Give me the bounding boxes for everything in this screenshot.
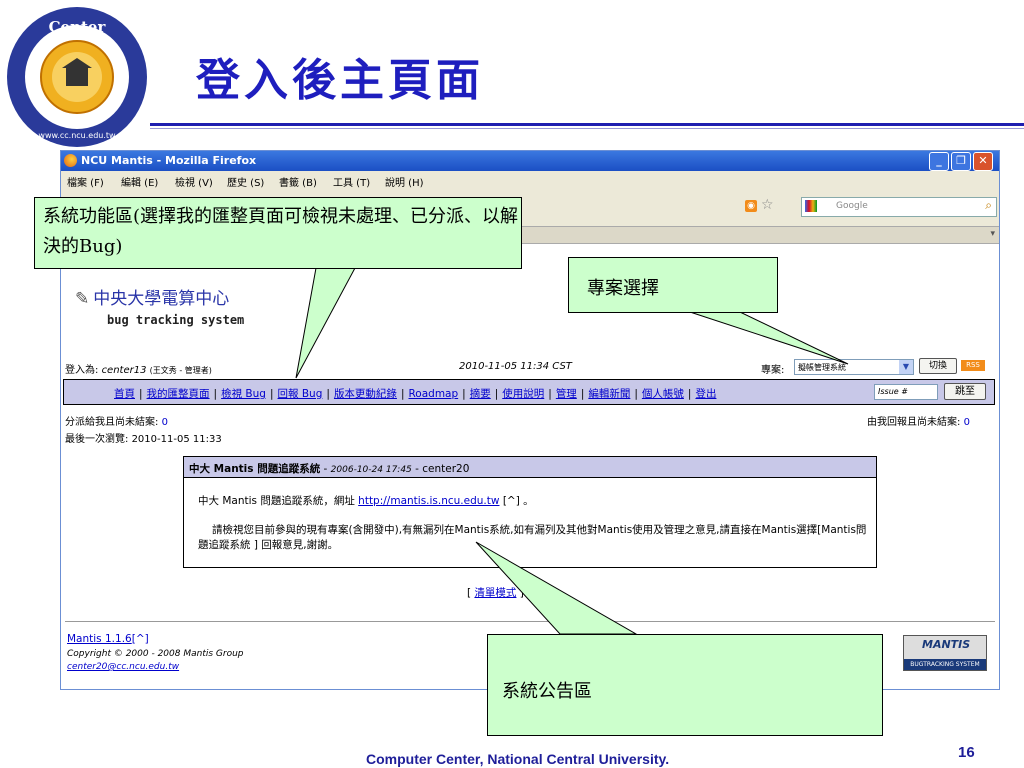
nav-report-bug[interactable]: 回報 Bug — [278, 388, 323, 400]
jump-button[interactable]: 跳至 — [944, 383, 986, 400]
search-icon[interactable]: ⌕ — [985, 198, 992, 213]
site-logo: ✎ 中央大學電算中心 — [75, 289, 230, 309]
nav-roadmap[interactable]: Roadmap — [408, 388, 458, 400]
search-input[interactable]: Google ⌕ — [801, 197, 997, 217]
mantis-version: Mantis 1.1.6[^] — [67, 633, 149, 645]
site-subtitle: bug tracking system — [107, 313, 245, 327]
menu-bar: 檔案 (F) 編輯 (E) 檢視 (V) 歷史 (S) 書籤 (B) 工具 (T… — [61, 171, 999, 189]
contact-email[interactable]: center20@cc.ncu.edu.tw — [67, 662, 179, 672]
nav-edit-news[interactable]: 編輯新聞 — [588, 388, 630, 400]
nav-my-account[interactable]: 個人帳號 — [642, 388, 684, 400]
callout-function-area: 系統功能區(選擇我的匯整頁面可檢視未處理、已分派、以解決的Bug) — [34, 197, 522, 269]
firefox-icon — [64, 154, 77, 167]
news-header: 中大 Mantis 問題追蹤系統 - 2006-10-24 17:45 - ce… — [184, 457, 876, 478]
nav-summary[interactable]: 摘要 — [470, 388, 491, 400]
news-body: 請檢視您目前參與的現有專案(含開發中),有無漏列在Mantis系統,如有漏列及其… — [198, 524, 867, 551]
assigned-count: 分派給我且尚未結案: 0 — [65, 417, 168, 428]
news-author: center20 — [422, 463, 470, 475]
menu-help[interactable]: 說明 (H) — [385, 174, 424, 189]
tab-list-icon[interactable]: ▾ — [990, 229, 995, 239]
nav-home[interactable]: 首頁 — [114, 388, 135, 400]
svg-text:Center: Center — [49, 18, 107, 36]
switch-project-button[interactable]: 切換 — [919, 358, 957, 374]
page-number: 16 — [958, 744, 975, 761]
computer-center-logo: Center www.cc.ncu.edu.tw — [7, 7, 147, 147]
news-title: 中大 Mantis 問題追蹤系統 — [189, 463, 321, 475]
nav-manage[interactable]: 管理 — [556, 388, 577, 400]
menu-tools[interactable]: 工具 (T) — [333, 174, 370, 189]
menu-bookmarks[interactable]: 書籤 (B) — [279, 174, 317, 189]
chevron-down-icon[interactable]: ▼ — [899, 360, 913, 374]
footer-divider — [65, 621, 995, 622]
title-divider — [150, 123, 1024, 126]
paperclip-icon: ✎ — [75, 289, 90, 309]
news-line-1: 中大 Mantis 問題追蹤系統，網址 http://mantis.is.ncu… — [198, 495, 534, 507]
rss-badge[interactable]: RSS — [961, 360, 985, 371]
list-mode: [ 清單模式 ] — [467, 587, 524, 599]
close-button[interactable]: ✕ — [973, 152, 993, 171]
window-title: NCU Mantis - Mozilla Firefox — [81, 154, 257, 167]
copyright: Copyright © 2000 - 2008 Mantis Group — [67, 649, 244, 659]
nav-view-bugs[interactable]: 檢視 Bug — [221, 388, 266, 400]
window-titlebar: NCU Mantis - Mozilla Firefox _ ❐ ✕ — [61, 151, 999, 171]
nav-my-view[interactable]: 我的匯整頁面 — [147, 388, 210, 400]
last-visit: 最後一次瀏覽: 2010-11-05 11:33 — [65, 434, 222, 445]
callout-news-area: 系統公告區 — [487, 634, 883, 736]
menu-file[interactable]: 檔案 (F) — [67, 174, 104, 189]
menu-edit[interactable]: 編輯 (E) — [121, 174, 158, 189]
restore-button[interactable]: ❐ — [951, 152, 971, 171]
project-label: 專案: — [761, 365, 785, 376]
google-icon — [805, 200, 817, 212]
issue-number-input[interactable]: Issue # — [874, 384, 938, 400]
bookmark-star-icon[interactable]: ☆ — [761, 197, 774, 213]
menu-view[interactable]: 檢視 (V) — [175, 174, 213, 189]
login-name: (王文秀 - 管理者) — [149, 366, 212, 375]
login-info: 登入為: center13 (王文秀 - 管理者) — [65, 365, 212, 376]
mantis-logo[interactable]: MANTIS BUGTRACKING SYSTEM — [903, 635, 987, 671]
list-mode-link[interactable]: 清單模式 — [474, 587, 516, 599]
news-box: 中大 Mantis 問題追蹤系統 - 2006-10-24 17:45 - ce… — [183, 456, 877, 568]
rss-icon[interactable]: ◉ — [745, 200, 757, 212]
slide-title: 登入後主頁面 — [196, 55, 484, 106]
nav-items: 首頁 | 我的匯整頁面 | 檢視 Bug | 回報 Bug | 版本更動紀錄 | Roadmap | 摘… — [114, 388, 717, 400]
slide-footer: Computer Center, National Central Univer… — [366, 751, 670, 767]
title-divider-thin — [150, 128, 1024, 129]
reported-count: 由我回報且尚未結案: 0 — [867, 417, 970, 428]
svg-text:www.cc.ncu.edu.tw: www.cc.ncu.edu.tw — [38, 131, 116, 140]
project-select[interactable]: 擬帳管理系統 ▼ — [794, 359, 914, 375]
news-date: 2006-10-24 17:45 — [330, 465, 412, 475]
menu-history[interactable]: 歷史 (S) — [227, 174, 264, 189]
news-link[interactable]: http://mantis.is.ncu.edu.tw — [358, 495, 499, 507]
main-nav-menu: 首頁 | 我的匯整頁面 | 檢視 Bug | 回報 Bug | 版本更動紀錄 | Roadmap | 摘… — [63, 379, 995, 405]
nav-changelog[interactable]: 版本更動紀錄 — [334, 388, 397, 400]
login-user: center13 — [101, 365, 147, 376]
current-date: 2010-11-05 11:34 CST — [459, 361, 572, 372]
nav-docs[interactable]: 使用說明 — [502, 388, 544, 400]
callout-project-select: 專案選擇 — [568, 257, 778, 313]
minimize-button[interactable]: _ — [929, 152, 949, 171]
nav-logout[interactable]: 登出 — [695, 388, 716, 400]
